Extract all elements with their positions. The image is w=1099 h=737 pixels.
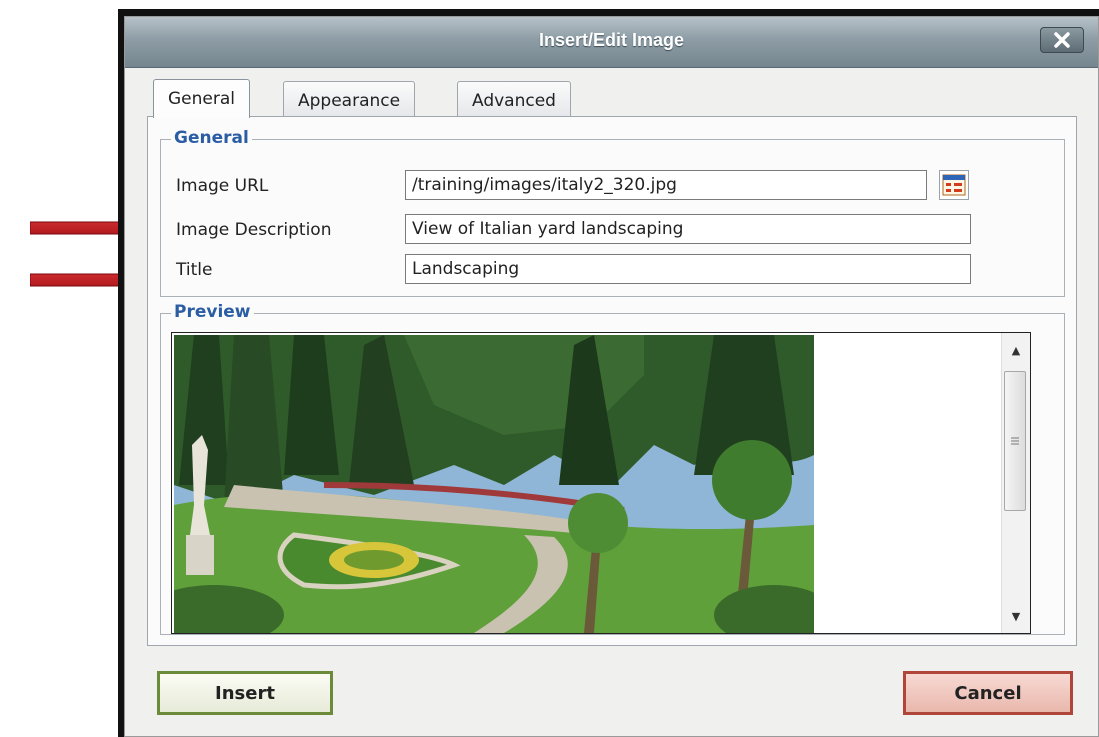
preview-image [174, 335, 814, 633]
title-input[interactable] [405, 254, 971, 284]
image-url-input[interactable] [405, 170, 927, 200]
general-fieldset: General Image URL Image Description Titl… [160, 128, 1065, 297]
scroll-down-arrow-icon[interactable]: ▼ [1002, 603, 1030, 629]
preview-fieldset: Preview ▲ ▼ [160, 302, 1065, 635]
insert-edit-image-dialog: Insert/Edit Image General Appearance Adv… [124, 16, 1099, 737]
preview-legend: Preview [171, 302, 254, 322]
title-label: Title [176, 260, 213, 280]
preview-frame[interactable]: ▲ ▼ [171, 332, 1031, 634]
tab-panel-general: General Image URL Image Description Titl… [147, 116, 1077, 646]
tab-advanced[interactable]: Advanced [457, 81, 571, 117]
grip-icon [1011, 437, 1019, 445]
tab-general[interactable]: General [153, 79, 250, 118]
browse-button[interactable] [939, 170, 969, 200]
general-legend: General [171, 128, 252, 148]
close-button[interactable] [1040, 27, 1084, 53]
dialog-titlebar[interactable]: Insert/Edit Image [125, 17, 1098, 68]
image-description-label: Image Description [176, 220, 332, 240]
close-icon [1054, 32, 1070, 48]
scroll-up-arrow-icon[interactable]: ▲ [1002, 337, 1030, 363]
scroll-thumb[interactable] [1004, 371, 1026, 511]
cancel-button[interactable]: Cancel [903, 671, 1073, 715]
tab-appearance[interactable]: Appearance [283, 81, 416, 117]
preview-scrollbar[interactable]: ▲ ▼ [1001, 333, 1030, 633]
dialog-title: Insert/Edit Image [538, 30, 685, 50]
file-browser-icon [942, 174, 966, 196]
image-url-label: Image URL [176, 176, 269, 196]
insert-button[interactable]: Insert [157, 671, 333, 715]
image-description-input[interactable] [405, 214, 971, 244]
